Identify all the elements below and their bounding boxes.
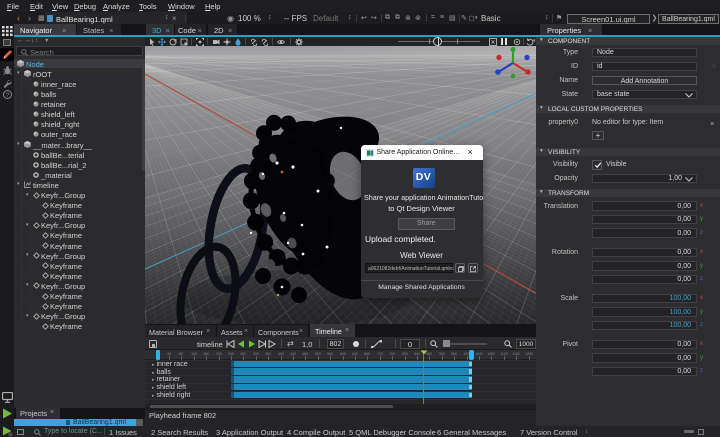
svg-text:?: ? (6, 92, 10, 99)
